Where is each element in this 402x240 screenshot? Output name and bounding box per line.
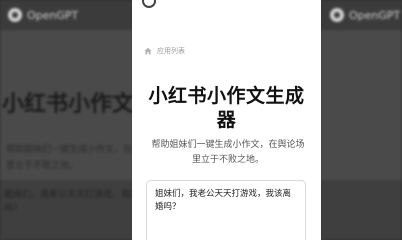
breadcrumb-link[interactable]: 应用列表 xyxy=(157,46,185,56)
page-description: 帮助姐妹们一键生成小作文，在舆论场里立于不败之地。 xyxy=(151,140,305,165)
blurred-brand: OpenGPT xyxy=(330,8,400,22)
app-card: 应用列表 小红书小作文生成 器 帮助姐妹们一键生成小作文，在舆论场里立于不败之地… xyxy=(132,0,321,240)
logo-icon xyxy=(8,8,22,22)
page-title: 小红书小作文生成 器 xyxy=(148,85,305,131)
blurred-background-right: OpenGPT xyxy=(320,0,402,240)
blurred-brand-name: OpenGPT xyxy=(27,8,79,22)
breadcrumb[interactable]: 应用列表 xyxy=(144,46,185,56)
home-icon[interactable] xyxy=(144,47,152,55)
top-logo-icon xyxy=(142,0,156,8)
blurred-brand-name: OpenGPT xyxy=(349,8,401,22)
logo-icon xyxy=(330,8,344,22)
prompt-input[interactable]: 姐妹们，我老公天天打游戏，我该离婚吗？ xyxy=(146,180,306,240)
blurred-brand: OpenGPT xyxy=(8,8,78,22)
blurred-input-box xyxy=(320,180,402,240)
